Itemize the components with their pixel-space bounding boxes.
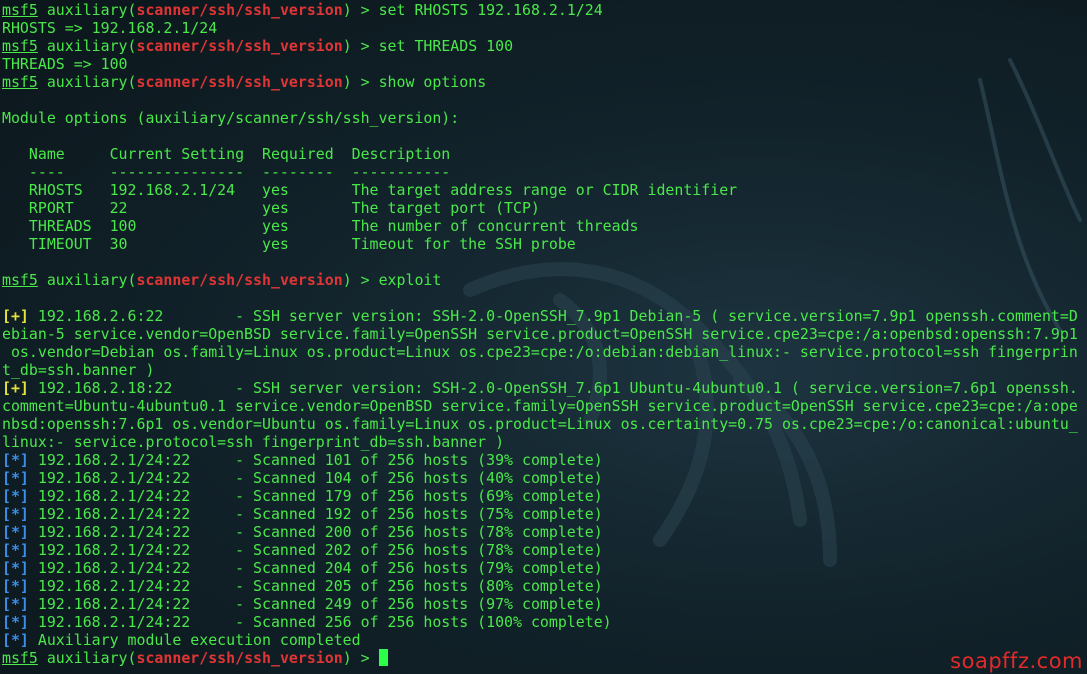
progress-text: 192.168.2.1/24:22 - Scanned 249 of 256 h… — [28, 595, 603, 613]
progress-line: [*] 192.168.2.1/24:22 - Scanned 256 of 2… — [2, 613, 1085, 631]
progress-line: [*] 192.168.2.1/24:22 - Scanned 104 of 2… — [2, 469, 1085, 487]
progress-line: [*] 192.168.2.1/24:22 - Scanned 179 of 2… — [2, 487, 1085, 505]
options-row-timeout: TIMEOUT 30 yes Timeout for the SSH probe — [2, 235, 576, 253]
progress-text: 192.168.2.1/24:22 - Scanned 179 of 256 h… — [28, 487, 603, 505]
progress-line: [*] 192.168.2.1/24:22 - Scanned 202 of 2… — [2, 541, 1085, 559]
info-marker: [*] — [2, 469, 29, 487]
prompt-post: ) > — [342, 649, 379, 667]
options-row-rport: RPORT 22 yes The target port (TCP) — [2, 199, 540, 217]
prompt-module: scanner/ssh/ssh_version — [136, 37, 343, 55]
success-marker: [+] — [2, 307, 29, 325]
options-row-rhosts: RHOSTS 192.168.2.1/24 yes The target add… — [2, 181, 738, 199]
prompt-pre: auxiliary( — [37, 1, 137, 19]
prompt-pre: auxiliary( — [37, 37, 137, 55]
prompt-post: ) > — [342, 37, 379, 55]
terminal-output[interactable]: msf5 auxiliary(scanner/ssh/ssh_version) … — [2, 1, 1085, 667]
command-text: set RHOSTS 192.168.2.1/24 — [378, 1, 603, 19]
prompt-line: msf5 auxiliary(scanner/ssh/ssh_version) … — [2, 271, 1085, 289]
result-continuation: linux:- service.protocol=ssh fingerprint… — [2, 433, 505, 451]
result-line: [+] 192.168.2.18:22 - SSH server version… — [2, 379, 1085, 397]
command-text: exploit — [378, 271, 442, 289]
progress-line: [*] 192.168.2.1/24:22 - Scanned 249 of 2… — [2, 595, 1085, 613]
prompt-line-active[interactable]: msf5 auxiliary(scanner/ssh/ssh_version) … — [2, 649, 1085, 667]
prompt-line: msf5 auxiliary(scanner/ssh/ssh_version) … — [2, 37, 1085, 55]
progress-text: 192.168.2.1/24:22 - Scanned 101 of 256 h… — [28, 451, 603, 469]
command-text: show options — [378, 73, 487, 91]
progress-text: 192.168.2.1/24:22 - Scanned 204 of 256 h… — [28, 559, 603, 577]
progress-line: [*] 192.168.2.1/24:22 - Scanned 205 of 2… — [2, 577, 1085, 595]
progress-text: 192.168.2.1/24:22 - Scanned 202 of 256 h… — [28, 541, 603, 559]
info-marker: [*] — [2, 523, 29, 541]
prompt-module: scanner/ssh/ssh_version — [136, 1, 343, 19]
info-marker: [*] — [2, 451, 29, 469]
watermark: soapffz.com — [950, 649, 1083, 673]
prompt-module: scanner/ssh/ssh_version — [136, 649, 343, 667]
options-divider-row: ---- --------------- -------- ----------… — [2, 163, 451, 181]
progress-text: 192.168.2.1/24:22 - Scanned 256 of 256 h… — [28, 613, 612, 631]
prompt-name: msf5 — [2, 37, 38, 55]
prompt-name: msf5 — [2, 649, 38, 667]
prompt-line: msf5 auxiliary(scanner/ssh/ssh_version) … — [2, 73, 1085, 91]
result-continuation: comment=Ubuntu-4ubuntu0.1 service.vendor… — [2, 397, 1078, 415]
progress-line: [*] 192.168.2.1/24:22 - Scanned 200 of 2… — [2, 523, 1085, 541]
options-row-threads: THREADS 100 yes The number of concurrent… — [2, 217, 639, 235]
command-output: RHOSTS => 192.168.2.1/24 — [2, 19, 218, 37]
progress-text: 192.168.2.1/24:22 - Scanned 192 of 256 h… — [28, 505, 603, 523]
prompt-pre: auxiliary( — [37, 649, 137, 667]
progress-line: [*] 192.168.2.1/24:22 - Scanned 204 of 2… — [2, 559, 1085, 577]
prompt-line: msf5 auxiliary(scanner/ssh/ssh_version) … — [2, 1, 1085, 19]
success-marker: [+] — [2, 379, 29, 397]
prompt-post: ) > — [342, 1, 379, 19]
progress-line: [*] 192.168.2.1/24:22 - Scanned 101 of 2… — [2, 451, 1085, 469]
info-marker: [*] — [2, 595, 29, 613]
prompt-module: scanner/ssh/ssh_version — [136, 73, 343, 91]
completed-text: Auxiliary module execution completed — [28, 631, 361, 649]
info-marker: [*] — [2, 541, 29, 559]
result-continuation: nbsd:openssh:7.6p1 os.vendor=Ubuntu os.f… — [2, 415, 1078, 433]
text-cursor[interactable] — [378, 649, 388, 666]
command-output: THREADS => 100 — [2, 55, 128, 73]
info-marker: [*] — [2, 613, 29, 631]
progress-text: 192.168.2.1/24:22 - Scanned 104 of 256 h… — [28, 469, 603, 487]
result-text: 192.168.2.6:22 - SSH server version: SSH… — [28, 307, 1078, 325]
progress-line: [*] 192.168.2.1/24:22 - Scanned 192 of 2… — [2, 505, 1085, 523]
prompt-name: msf5 — [2, 73, 38, 91]
result-line: [+] 192.168.2.6:22 - SSH server version:… — [2, 307, 1085, 325]
options-heading: Module options (auxiliary/scanner/ssh/ss… — [2, 109, 460, 127]
progress-text: 192.168.2.1/24:22 - Scanned 200 of 256 h… — [28, 523, 603, 541]
result-continuation: t_db=ssh.banner ) — [2, 361, 155, 379]
info-marker: [*] — [2, 577, 29, 595]
command-text: set THREADS 100 — [378, 37, 514, 55]
prompt-name: msf5 — [2, 271, 38, 289]
info-marker: [*] — [2, 487, 29, 505]
info-marker: [*] — [2, 631, 29, 649]
info-marker: [*] — [2, 559, 29, 577]
result-continuation: os.vendor=Debian os.family=Linux os.prod… — [2, 343, 1078, 361]
options-header-row: Name Current Setting Required Descriptio… — [2, 145, 451, 163]
prompt-module: scanner/ssh/ssh_version — [136, 271, 343, 289]
result-text: 192.168.2.18:22 - SSH server version: SS… — [28, 379, 1078, 397]
prompt-post: ) > — [342, 271, 379, 289]
completed-line: [*] Auxiliary module execution completed — [2, 631, 1085, 649]
prompt-name: msf5 — [2, 1, 38, 19]
prompt-pre: auxiliary( — [37, 73, 137, 91]
result-continuation: ebian-5 service.vendor=OpenBSD service.f… — [2, 325, 1078, 343]
prompt-pre: auxiliary( — [37, 271, 137, 289]
prompt-post: ) > — [342, 73, 379, 91]
progress-text: 192.168.2.1/24:22 - Scanned 205 of 256 h… — [28, 577, 603, 595]
info-marker: [*] — [2, 505, 29, 523]
